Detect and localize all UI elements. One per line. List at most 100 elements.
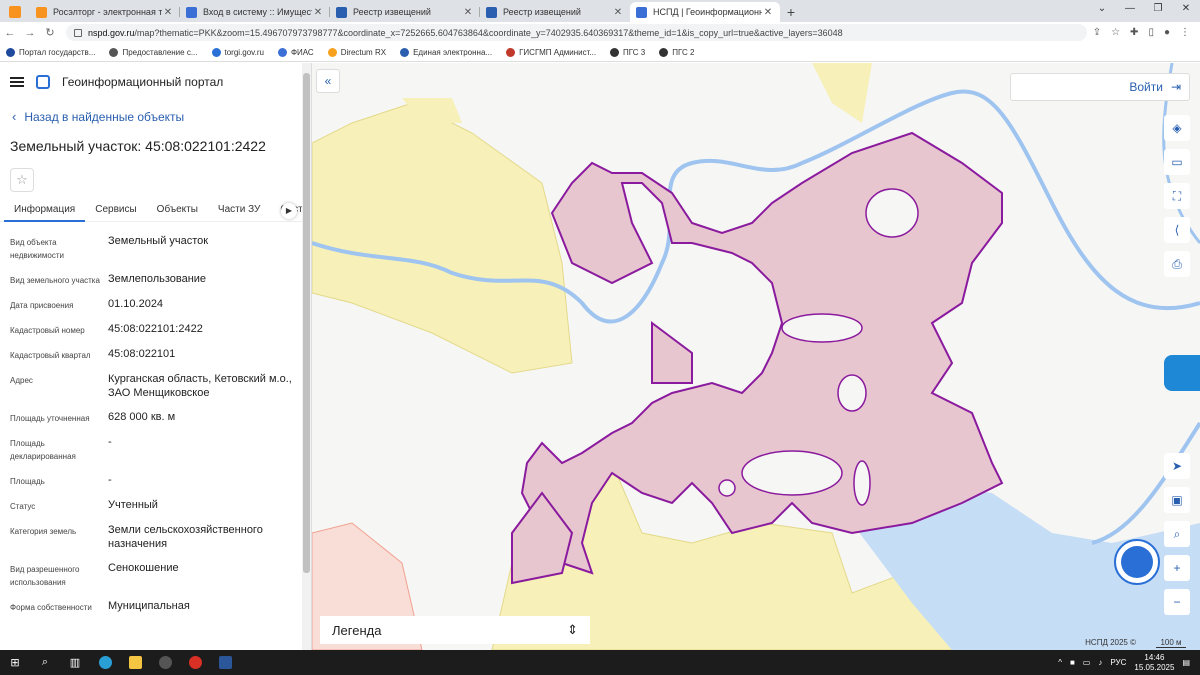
browser-tab-4[interactable]: Реестр извещений ✕ (480, 2, 630, 22)
chrome-icon[interactable] (180, 650, 210, 675)
minimize-icon[interactable]: — (1116, 0, 1144, 20)
close-icon[interactable]: ✕ (612, 7, 624, 18)
attr-row: Кадастровый номер 45:08:022101:2422 (10, 323, 203, 335)
windows-taskbar: ⊞ ⌕ ▥ ^ ■ ▭ ♪ РУС 14:46 15.05.2025 ▤ (0, 650, 1200, 675)
minimap-icon[interactable]: ▣ (1164, 487, 1190, 513)
profile-icon[interactable]: ● (1164, 27, 1170, 38)
attr-row: Форма собственности Муниципальная (10, 600, 190, 612)
extensions-icon[interactable]: ✚ (1130, 27, 1138, 38)
clock[interactable]: 14:46 15.05.2025 (1134, 653, 1174, 673)
hamburger-menu-icon[interactable] (10, 77, 24, 87)
attr-row: Статус Учтенный (10, 499, 158, 511)
url-input[interactable]: nspd.gov.ru/map?thematic=PKK&zoom=15.496… (66, 24, 1087, 41)
ruler-icon[interactable]: ▭ (1164, 149, 1190, 175)
attr-row: Площадь декларированная - (10, 436, 112, 461)
star-icon: ☆ (16, 172, 28, 187)
legend-panel[interactable]: Легенда ⇕ (320, 616, 590, 644)
tab-list-icon[interactable]: ⌄ (1088, 0, 1116, 20)
print-icon[interactable]: ⎙ (1164, 251, 1190, 277)
parcel-hole (718, 479, 736, 497)
reload-icon[interactable]: ↻ (40, 26, 60, 39)
browser-tab-3[interactable]: Реестр извещений ✕ (330, 2, 480, 22)
tab-parts[interactable]: Части ЗУ (208, 200, 270, 222)
notifications-icon[interactable]: ▤ (1182, 658, 1190, 667)
bookmark-5[interactable]: Directum RX (327, 47, 386, 57)
bookmark-icon (327, 47, 337, 57)
bookmark-9[interactable]: ПГС 2 (659, 47, 694, 57)
word-icon[interactable] (210, 650, 240, 675)
info-panel: Геоинформационный портал ‹ Назад в найде… (0, 63, 312, 650)
tray-chevron-icon[interactable]: ^ (1058, 658, 1062, 667)
layers-icon[interactable]: ◈ (1164, 115, 1190, 141)
search-icon[interactable]: ⌕ (30, 650, 60, 675)
browser-tab-5-active[interactable]: НСПД | Геоинформационный п✕ (630, 2, 780, 22)
close-icon[interactable]: ✕ (162, 7, 174, 18)
locate-icon[interactable]: ➤ (1164, 453, 1190, 479)
volume-icon[interactable]: ♪ (1098, 658, 1102, 667)
bookmark-2[interactable]: Предоставление с... (109, 47, 198, 57)
field-area (312, 102, 573, 374)
bookmark-3[interactable]: torgi.gov.ru (211, 47, 264, 57)
tab-objects[interactable]: Объекты (147, 200, 208, 222)
attr-row: Площадь - (10, 474, 112, 486)
zoom-out-button[interactable]: − (1164, 589, 1190, 615)
bookmark-7[interactable]: ГИСГМП Админист... (506, 47, 596, 57)
close-icon[interactable]: ✕ (312, 7, 324, 18)
sidebar-icon[interactable]: ▯ (1148, 27, 1154, 38)
double-chevron-left-icon: « (324, 74, 332, 88)
attributes-list: Вид объекта недвижимости Земельный участо… (0, 222, 311, 614)
bookmark-6[interactable]: Единая электронна... (400, 47, 492, 57)
edge-icon[interactable] (90, 650, 120, 675)
menu-icon[interactable]: ⋮ (1180, 27, 1190, 38)
network-icon[interactable]: ▭ (1083, 658, 1091, 667)
map-canvas[interactable] (312, 63, 1200, 650)
back-icon[interactable]: ← (0, 27, 20, 39)
start-icon[interactable]: ⊞ (0, 650, 30, 675)
browser-tab-2[interactable]: Вход в систему :: Имущественные✕ (180, 2, 330, 22)
map-tools-top: ◈ ▭ ⛶ ⟨ ⎙ (1164, 115, 1190, 277)
scrollbar-thumb[interactable] (303, 73, 310, 573)
language-indicator[interactable]: РУС (1110, 658, 1126, 667)
search-location-icon[interactable]: ⌕ (1164, 521, 1190, 547)
tab-info[interactable]: Информация (4, 200, 86, 222)
parcel-hole (865, 188, 919, 238)
map-view[interactable]: « Войти ⇥ ◈ ▭ ⛶ ⟨ ⎙ ➤ ▣ ⌕ + − Легенда ⇕ … (312, 63, 1200, 650)
close-icon[interactable]: ✕ (462, 7, 474, 18)
task-view-icon[interactable]: ▥ (60, 650, 90, 675)
close-icon[interactable]: ✕ (762, 7, 774, 18)
bookmark-icon (277, 47, 287, 57)
chat-button[interactable] (1114, 539, 1160, 585)
explorer-icon[interactable] (120, 650, 150, 675)
bookmark-4[interactable]: ФИАС (277, 47, 314, 57)
portal-logo-icon (36, 75, 50, 89)
tab-services[interactable]: Сервисы (85, 200, 146, 222)
attr-row: Дата присвоения 01.10.2024 (10, 298, 164, 310)
share-icon[interactable]: ⇪ (1093, 27, 1101, 38)
tray-app-icon[interactable]: ■ (1070, 658, 1075, 667)
close-window-icon[interactable]: ✕ (1172, 0, 1200, 20)
bookmark-star-icon[interactable]: ☆ (1111, 27, 1120, 38)
browser-tab-1[interactable]: Росэлторг - электронная торговая✕ (30, 2, 180, 22)
favicon-icon (636, 6, 647, 18)
forward-icon[interactable]: → (20, 27, 40, 39)
bookmark-8[interactable]: ПГС 3 (610, 47, 645, 57)
favorite-star-button[interactable]: ☆ (10, 168, 34, 192)
new-tab-button[interactable]: + (780, 2, 802, 22)
app-icon[interactable] (150, 650, 180, 675)
bookmark-1[interactable]: Портал государств... (6, 47, 95, 57)
attr-row: Вид земельного участка Землепользование (10, 273, 207, 285)
assistant-badge-icon[interactable] (1164, 355, 1200, 391)
back-to-results-link[interactable]: ‹ Назад в найденные объекты (0, 101, 311, 132)
zoom-in-button[interactable]: + (1164, 555, 1190, 581)
panel-scrollbar[interactable] (302, 63, 311, 650)
tab-search-icon[interactable] (0, 2, 30, 22)
share-map-icon[interactable]: ⟨ (1164, 217, 1190, 243)
maximize-icon[interactable]: ❐ (1144, 0, 1172, 20)
globe-icon (610, 47, 620, 57)
select-area-icon[interactable]: ⛶ (1164, 183, 1190, 209)
expand-icon: ⇕ (567, 622, 578, 637)
login-button[interactable]: Войти ⇥ (1010, 73, 1190, 101)
tabs-next-icon[interactable]: ▶ (281, 203, 297, 219)
collapse-panel-button[interactable]: « (316, 69, 340, 93)
object-title: Земельный участок: 45:08:022101:2422 (10, 138, 266, 154)
